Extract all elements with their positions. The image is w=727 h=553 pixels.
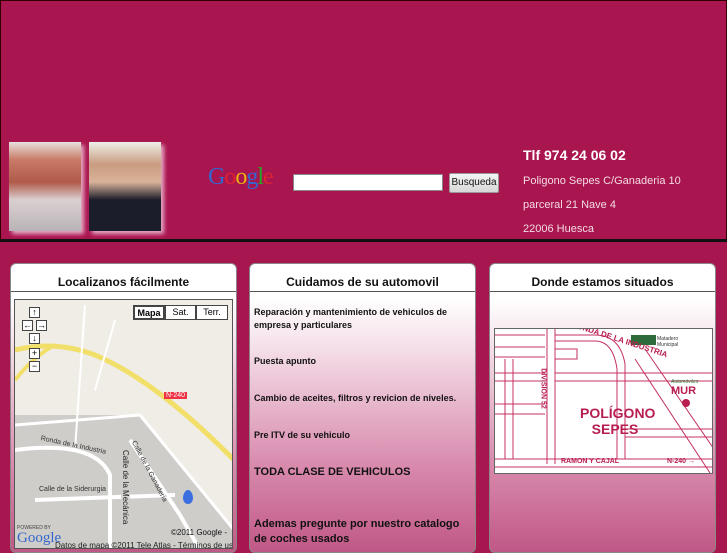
zoom-in-icon[interactable]: + (29, 348, 40, 359)
service-item: Puesta apunto (254, 356, 317, 366)
road-label: N-240 (164, 392, 188, 399)
pan-up-icon[interactable]: ↑ (29, 307, 40, 318)
map-type-mapa[interactable]: Mapa (133, 305, 165, 320)
address-line-2: parceral 21 Nave 4 (523, 199, 616, 211)
location-marker-icon (682, 399, 690, 407)
business-logo: MUR (671, 385, 697, 397)
pan-down-icon[interactable]: ↓ (29, 333, 40, 344)
street-label: Calle de la Mecánica (121, 450, 130, 525)
owner-photo-2 (89, 142, 161, 231)
street-label: DIVISION 52 (539, 368, 547, 409)
map-terms-link[interactable]: Datos de mapa ©2011 Tele Atlas - Término… (55, 541, 232, 548)
phone: Tlf 974 24 06 02 (523, 147, 626, 163)
service-item: Reparación y mantenimiento de vehiculos … (254, 307, 448, 330)
location-plan: RONDA DE LA INDUSTRIA DIVISION 52 RAMON … (494, 328, 713, 474)
panel-location: Localizanos fácilmente Mapa Sat. Terr. ↑… (10, 263, 237, 553)
search-input[interactable] (293, 174, 443, 191)
street-label: Calle de la Siderurgia (39, 486, 106, 493)
panel-directions: Donde estamos situados RONDA DE LA INDUS… (489, 263, 716, 553)
plan-streets (495, 329, 712, 473)
zoom-out-icon[interactable]: − (29, 361, 40, 372)
area-label: POLÍGONO SEPES (580, 405, 656, 437)
map-type-terr[interactable]: Terr. (196, 305, 228, 320)
google-logo: Google (208, 164, 274, 190)
owner-photo-1 (9, 142, 81, 231)
service-item: Cambio de aceites, filtros y revicion de… (254, 393, 457, 403)
google-map[interactable]: Mapa Sat. Terr. ↑ ← → ↓ + − N-240 Ronda … (14, 299, 233, 549)
panel-title: Cuidamos de su automovil (250, 264, 475, 292)
street-label: N-240 → (667, 458, 696, 465)
header: Google Busqueda Tlf 974 24 06 02 Poligon… (0, 0, 727, 242)
map-copyright: ©2011 Google - (171, 528, 228, 537)
location-pin-icon[interactable] (183, 490, 193, 504)
map-type-sat[interactable]: Sat. (165, 305, 196, 320)
street-label: RAMON Y CAJAL (561, 458, 620, 465)
highlight-vehicles: TODA CLASE DE VEHICULOS (254, 466, 411, 478)
service-item: Pre ITV de su vehiculo (254, 430, 351, 440)
address-line-3: 22006 Huesca (523, 223, 594, 235)
highlight-catalog: Ademas pregunte por nuestro catalogo de … (254, 518, 460, 545)
panel-title: Donde estamos situados (490, 264, 715, 292)
pan-left-icon[interactable]: ← (22, 320, 33, 331)
address-line-1: Poligono Sepes C/Ganaderia 10 (523, 175, 681, 187)
pan-right-icon[interactable]: → (36, 320, 47, 331)
landmark-label: Matadero Municipal (657, 336, 679, 348)
search-button[interactable]: Busqueda (449, 173, 499, 193)
panel-title: Localizanos fácilmente (11, 264, 236, 292)
panel-services: Cuidamos de su automovil Reparación y ma… (249, 263, 476, 553)
